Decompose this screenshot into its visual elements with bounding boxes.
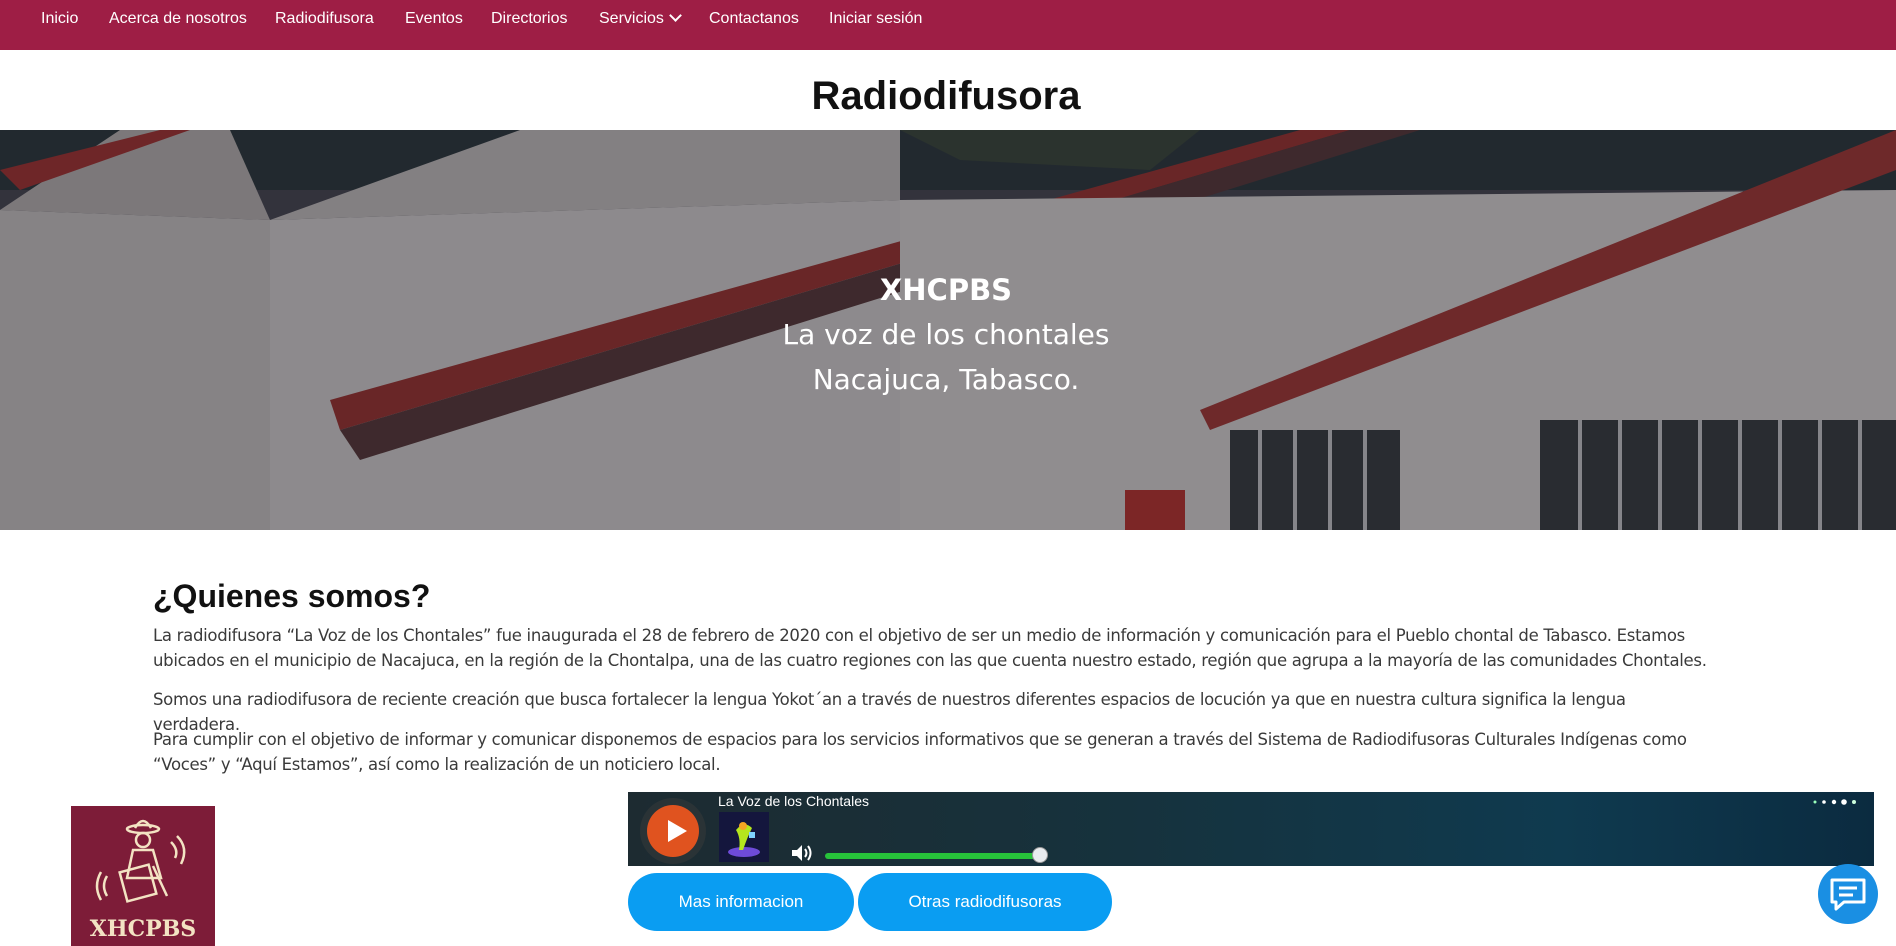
radio-player: La Voz de los Chontales bbox=[628, 792, 1874, 866]
play-icon bbox=[668, 820, 687, 842]
other-stations-button[interactable]: Otras radiodifusoras bbox=[858, 873, 1112, 931]
station-logo: XHCPBS bbox=[71, 806, 215, 946]
volume-slider-handle[interactable] bbox=[1032, 847, 1048, 863]
logo-text: XHCPBS bbox=[89, 916, 197, 942]
chat-button[interactable] bbox=[1818, 864, 1878, 924]
about-paragraph-3: Para cumplir con el objetivo de informar… bbox=[153, 730, 1687, 774]
nav-item-directorios[interactable]: Directorios bbox=[491, 10, 567, 28]
player-menu-dots-icon[interactable] bbox=[1810, 797, 1860, 807]
play-button[interactable] bbox=[640, 798, 706, 864]
chevron-down-icon bbox=[669, 9, 682, 22]
nav-item-acerca[interactable]: Acerca de nosotros bbox=[109, 10, 247, 28]
nav-item-servicios[interactable]: Servicios bbox=[599, 9, 682, 28]
hero-tagline: La voz de los chontales bbox=[782, 318, 1110, 351]
station-thumbnail bbox=[719, 812, 769, 862]
station-name: La Voz de los Chontales bbox=[718, 793, 869, 809]
about-title: ¿Quienes somos? bbox=[153, 578, 431, 614]
nav-item-inicio[interactable]: Inicio bbox=[41, 10, 78, 28]
nav-item-contactanos[interactable]: Contactanos bbox=[709, 10, 799, 28]
nav-item-iniciar-sesion[interactable]: Iniciar sesión bbox=[829, 10, 922, 28]
page-title: Radiodifusora bbox=[811, 74, 1081, 118]
volume-slider[interactable] bbox=[825, 853, 1047, 859]
more-info-button[interactable]: Mas informacion bbox=[628, 873, 854, 931]
hero-location: Nacajuca, Tabasco. bbox=[812, 363, 1080, 396]
hero-call-sign: XHCPBS bbox=[879, 273, 1013, 307]
top-nav: Inicio Acerca de nosotros Radiodifusora … bbox=[0, 0, 1896, 50]
nav-item-eventos[interactable]: Eventos bbox=[405, 10, 463, 28]
chat-icon bbox=[1830, 878, 1866, 911]
hero-text: XHCPBS La voz de los chontales Nacajuca,… bbox=[0, 268, 1892, 402]
about-paragraph-1: La radiodifusora “La Voz de los Chontale… bbox=[153, 626, 1707, 670]
nav-item-servicios-label: Servicios bbox=[599, 10, 664, 27]
volume-icon[interactable] bbox=[790, 843, 814, 863]
nav-item-radiodifusora[interactable]: Radiodifusora bbox=[275, 10, 374, 28]
hero-banner: XHCPBS La voz de los chontales Nacajuca,… bbox=[0, 130, 1896, 530]
logo-figure-icon bbox=[95, 819, 186, 903]
